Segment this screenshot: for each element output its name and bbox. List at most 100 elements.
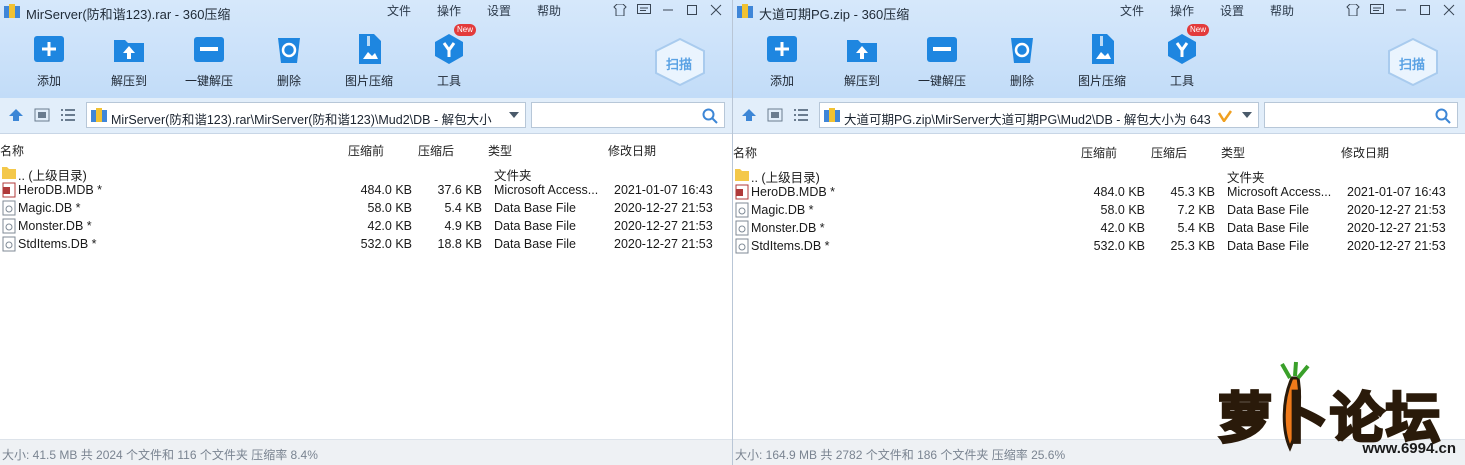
table-row[interactable]: StdItems.DB * 532.0 KB 18.8 KB Data Base… [0,235,732,253]
menu-operate[interactable]: 操作 [1170,2,1194,19]
col-type[interactable]: 类型 [1221,144,1245,161]
tools-button[interactable]: New 工具 [1147,24,1217,89]
site-watermark-logo: 萝卜论坛 www.6994.cn [1212,360,1462,464]
list-view-icon[interactable] [60,108,76,122]
file-name: Magic.DB * [18,201,81,215]
menu-bar: 文件 操作 设置 帮助 [1120,2,1320,19]
extract-to-button[interactable]: 解压到 [827,32,897,89]
title-bar: MirServer(防和谐123).rar - 360压缩 文件 操作 设置 帮… [0,0,732,22]
chevron-down-icon[interactable] [1242,111,1252,119]
up-arrow-icon[interactable] [741,108,757,122]
menu-help[interactable]: 帮助 [537,2,561,19]
extract-to-label: 解压到 [843,74,880,88]
file-modified: 2020-12-27 21:53 [614,219,713,233]
delete-button[interactable]: 删除 [254,32,324,89]
table-row[interactable]: Monster.DB * 42.0 KB 4.9 KB Data Base Fi… [0,217,732,235]
table-row[interactable]: Magic.DB * 58.0 KB 5.4 KB Data Base File… [0,199,732,217]
maximize-button[interactable] [1417,2,1433,18]
scan-button[interactable]: 扫描 [652,37,708,87]
file-type: Data Base File [1227,221,1309,235]
menu-help[interactable]: 帮助 [1270,2,1294,19]
maximize-button[interactable] [684,2,700,18]
thumbnail-view-icon[interactable] [767,108,783,122]
list-item-parent[interactable]: .. (上级目录) 文件夹 [733,165,1465,185]
col-name[interactable]: 名称 [733,144,757,161]
minimize-button[interactable] [1393,2,1409,18]
file-size-after: 5.4 KB [444,201,482,215]
image-compress-button[interactable]: 图片压缩 [1067,32,1137,89]
list-item-parent[interactable]: .. (上级目录) 文件夹 [0,163,732,183]
extract-to-button[interactable]: 解压到 [94,32,164,89]
new-badge: New [454,24,477,36]
folder-icon [735,169,749,181]
image-compress-label: 图片压缩 [344,74,393,88]
scan-button[interactable]: 扫描 [1385,37,1441,87]
col-type[interactable]: 类型 [488,142,512,159]
menu-operate[interactable]: 操作 [437,2,461,19]
close-button[interactable] [708,2,724,18]
file-name: StdItems.DB * [18,237,97,251]
minimize-button[interactable] [660,2,676,18]
feedback-icon[interactable] [1369,2,1385,18]
extract-folder-icon [847,40,877,62]
one-click-extract-icon [194,37,224,62]
file-size-after: 5.4 KB [1177,221,1215,235]
checkmark-icon [1218,110,1232,122]
menu-file[interactable]: 文件 [387,2,411,19]
col-modified[interactable]: 修改日期 [608,142,656,159]
table-row[interactable]: HeroDB.MDB * 484.0 KB 37.6 KB Microsoft … [0,181,732,199]
skin-icon[interactable] [1345,2,1361,18]
file-modified: 2021-01-07 16:43 [614,183,713,197]
add-button[interactable]: 添加 [14,32,84,89]
file-size-before: 484.0 KB [360,183,412,197]
feedback-icon[interactable] [636,2,652,18]
status-text: 大小: 164.9 MB 共 2782 个文件和 186 个文件夹 压缩率 25… [735,448,1066,462]
search-icon[interactable] [702,108,718,124]
file-size-after: 37.6 KB [437,183,482,197]
col-after[interactable]: 压缩后 [1151,144,1187,161]
tools-hexagon-icon [1168,34,1196,64]
image-compress-button[interactable]: 图片压缩 [334,32,404,89]
file-name: HeroDB.MDB * [18,183,103,197]
db-file-icon [2,200,16,216]
skin-icon[interactable] [612,2,628,18]
one-click-extract-button[interactable]: 一键解压 [174,32,244,89]
file-modified: 2020-12-27 21:53 [614,237,713,251]
search-input[interactable] [531,102,725,128]
col-modified[interactable]: 修改日期 [1341,144,1389,161]
search-input[interactable] [1264,102,1458,128]
add-button[interactable]: 添加 [747,32,817,89]
search-icon[interactable] [1435,108,1451,124]
path-field[interactable]: MirServer(防和谐123).rar\MirServer(防和谐123)\… [86,102,526,128]
menu-file[interactable]: 文件 [1120,2,1144,19]
col-before[interactable]: 压缩前 [348,142,384,159]
address-bar: 大道可期PG.zip\MirServer大道可期PG\Mud2\DB - 解包大… [733,98,1465,134]
desktop: MirServer(防和谐123).rar - 360压缩 文件 操作 设置 帮… [0,0,1465,465]
tools-button[interactable]: New 工具 [414,24,484,89]
column-header: 名称 压缩前 压缩后 类型 修改日期 [0,141,732,159]
table-row[interactable]: Magic.DB * 58.0 KB 7.2 KB Data Base File… [733,201,1465,219]
thumbnail-view-icon[interactable] [34,108,50,122]
one-click-extract-button[interactable]: 一键解压 [907,32,977,89]
file-modified: 2020-12-27 21:53 [1347,221,1446,235]
close-button[interactable] [1441,2,1457,18]
table-row[interactable]: StdItems.DB * 532.0 KB 25.3 KB Data Base… [733,237,1465,255]
toolbar-area: 大道可期PG.zip - 360压缩 文件 操作 设置 帮助 添加 解压到 一键… [733,0,1465,98]
table-row[interactable]: Monster.DB * 42.0 KB 5.4 KB Data Base Fi… [733,219,1465,237]
col-before[interactable]: 压缩前 [1081,144,1117,161]
list-view-icon[interactable] [793,108,809,122]
delete-label: 删除 [276,74,301,88]
col-after[interactable]: 压缩后 [418,142,454,159]
table-row[interactable]: HeroDB.MDB * 484.0 KB 45.3 KB Microsoft … [733,183,1465,201]
col-name[interactable]: 名称 [0,142,24,159]
path-field[interactable]: 大道可期PG.zip\MirServer大道可期PG\Mud2\DB - 解包大… [819,102,1259,128]
file-size-before: 58.0 KB [367,201,412,215]
up-arrow-icon[interactable] [8,108,24,122]
title-bar: 大道可期PG.zip - 360压缩 文件 操作 设置 帮助 [733,0,1465,22]
file-name: StdItems.DB * [751,239,830,253]
menu-settings[interactable]: 设置 [1220,2,1244,19]
chevron-down-icon[interactable] [509,111,519,119]
delete-button[interactable]: 删除 [987,32,1057,89]
file-name: HeroDB.MDB * [751,185,836,199]
menu-settings[interactable]: 设置 [487,2,511,19]
